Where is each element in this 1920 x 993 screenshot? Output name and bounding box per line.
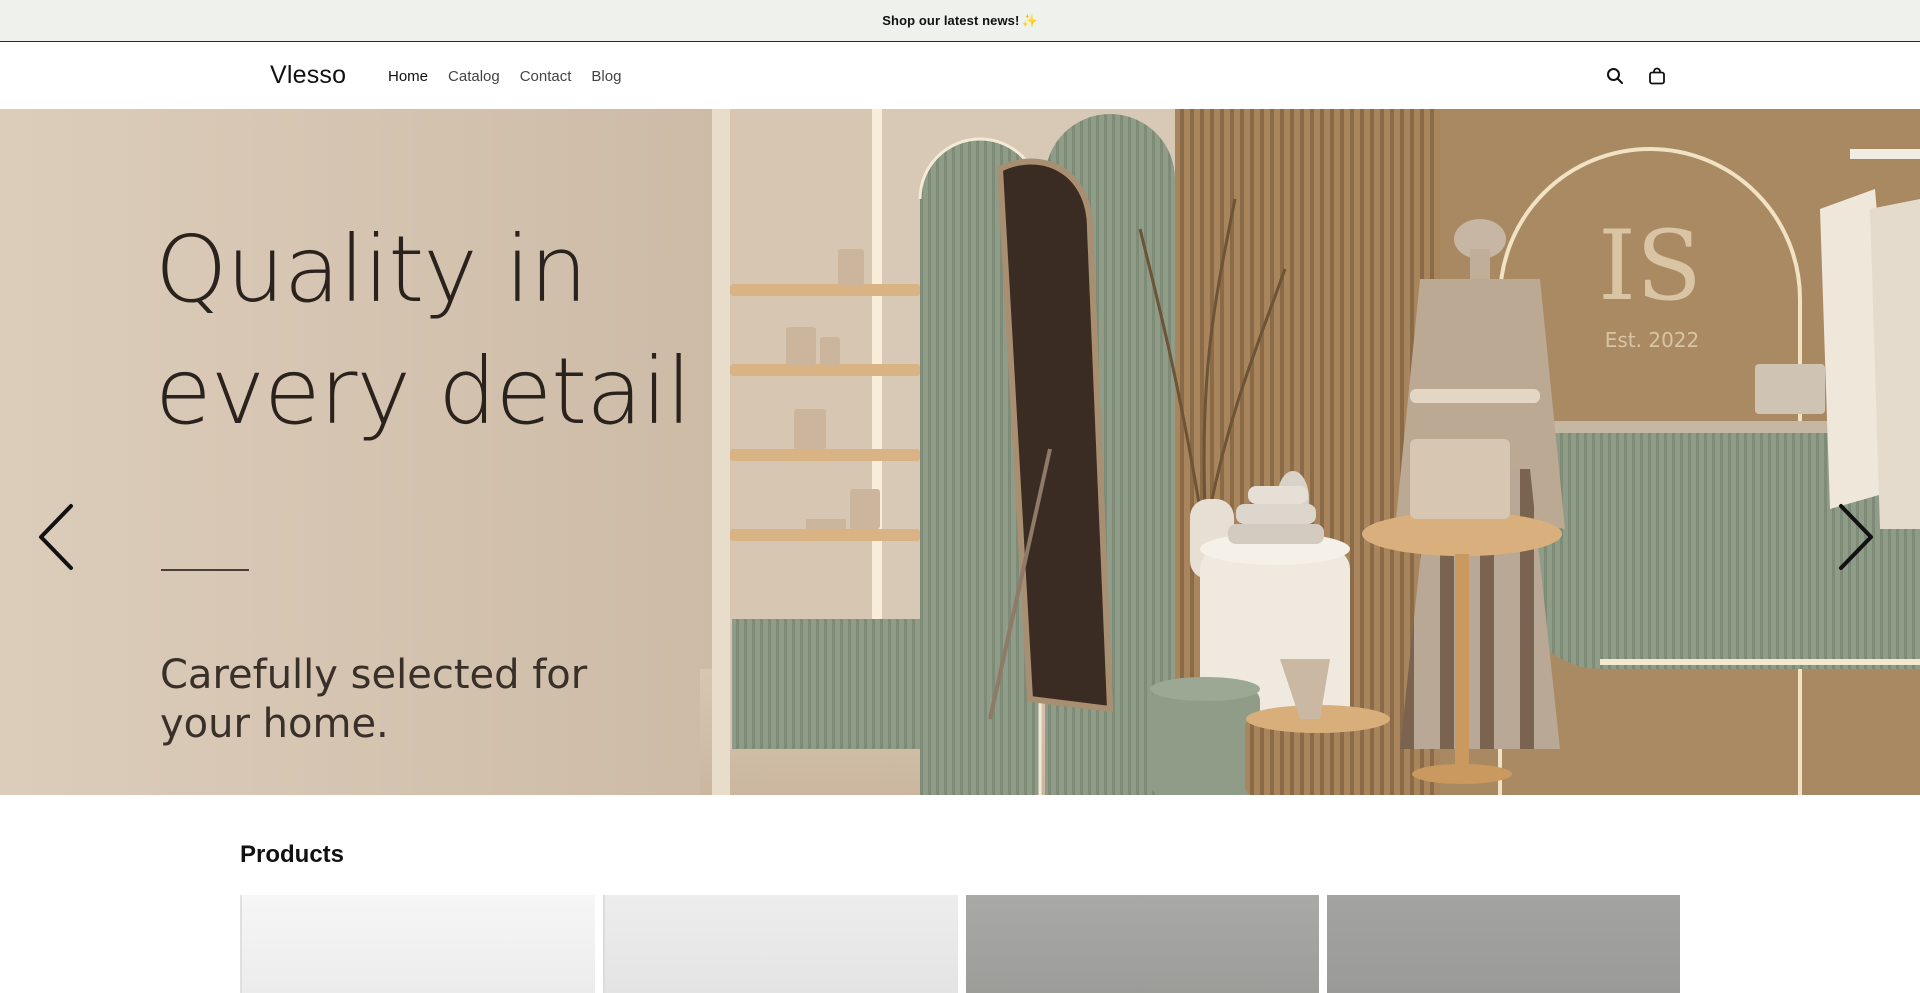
chevron-left-icon — [39, 504, 73, 570]
nav-item-home[interactable]: Home — [388, 68, 428, 85]
cart-icon[interactable] — [1646, 62, 1668, 90]
hero-subtitle: Carefully selected for your home. — [160, 652, 588, 747]
products-heading: Products — [240, 841, 345, 868]
hero-divider — [161, 569, 249, 571]
hero-title-line-1: Quality in — [155, 216, 588, 323]
nav-item-catalog[interactable]: Catalog — [448, 68, 500, 85]
announcement-text[interactable]: Shop our latest news! — [882, 13, 1019, 28]
product-card[interactable] — [966, 895, 1319, 993]
hero-title-line-2: every detail — [155, 338, 692, 445]
search-icon[interactable] — [1604, 62, 1626, 90]
product-grid — [240, 895, 1680, 993]
announcement-bar[interactable]: Shop our latest news! ✨ — [0, 0, 1920, 42]
sign-est-text: Est. 2022 — [1605, 328, 1700, 352]
main-nav: Home Catalog Contact Blog — [388, 68, 641, 85]
hero-slideshow: IS Est. 2022 Quality in every detail Car… — [0, 109, 1920, 795]
product-card[interactable] — [240, 895, 595, 993]
nav-item-blog[interactable]: Blog — [591, 68, 621, 85]
sparkle-icon: ✨ — [1021, 12, 1038, 28]
header-actions — [1604, 62, 1668, 90]
chevron-right-icon — [1839, 504, 1873, 570]
site-header: Vlesso Home Catalog Contact Blog — [0, 43, 1920, 109]
slideshow-prev-button[interactable] — [32, 497, 82, 577]
slideshow-next-button[interactable] — [1830, 497, 1880, 577]
hero-title: Quality in every detail — [155, 209, 755, 453]
nav-item-contact[interactable]: Contact — [520, 68, 572, 85]
sign-monogram: IS — [1598, 210, 1702, 322]
site-logo[interactable]: Vlesso — [270, 61, 346, 90]
product-card[interactable] — [1327, 895, 1680, 993]
product-card[interactable] — [603, 895, 958, 993]
